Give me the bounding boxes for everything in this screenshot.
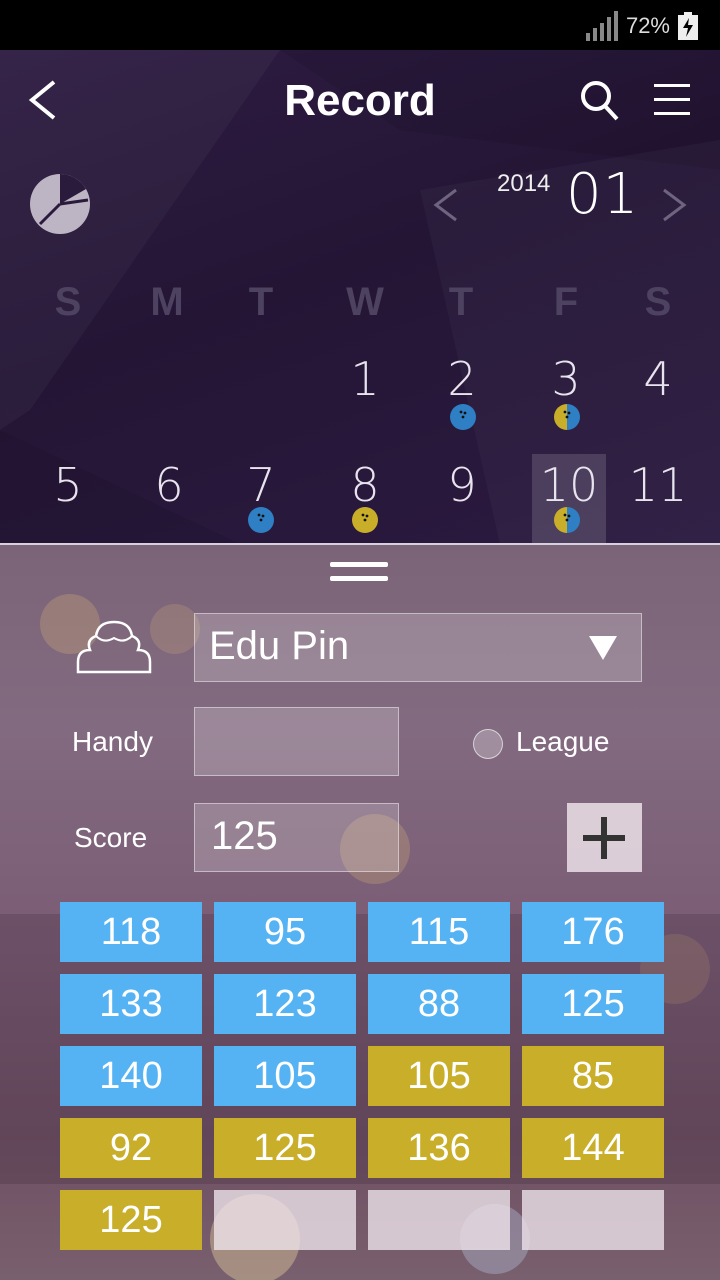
score-cell[interactable]: 92 bbox=[60, 1118, 202, 1178]
calendar-panel: Record 2014 01 S M T W T F S 1 2 3 4 5 6… bbox=[0, 50, 720, 544]
calendar-day[interactable]: 8 bbox=[328, 458, 402, 512]
next-month-icon[interactable] bbox=[660, 188, 688, 222]
calendar-month: 01 bbox=[566, 162, 640, 227]
add-score-button[interactable] bbox=[567, 803, 642, 872]
weekday-thursday: T bbox=[448, 280, 474, 324]
score-cell[interactable]: 125 bbox=[60, 1190, 202, 1250]
calendar-day[interactable]: 3 bbox=[529, 352, 603, 406]
weekday-tuesday: T bbox=[248, 280, 274, 324]
drag-handle[interactable] bbox=[330, 576, 388, 581]
statistics-pie-icon[interactable] bbox=[28, 172, 92, 236]
score-cell[interactable]: 115 bbox=[368, 902, 510, 962]
score-input[interactable]: 125 bbox=[194, 803, 399, 872]
score-cell[interactable]: 118 bbox=[60, 902, 202, 962]
handy-label: Handy bbox=[72, 726, 153, 757]
search-icon[interactable] bbox=[580, 80, 620, 122]
bowler-select[interactable]: Edu Pin bbox=[194, 613, 642, 682]
score-cell[interactable]: 125 bbox=[522, 974, 664, 1034]
calendar-day[interactable]: 1 bbox=[328, 352, 402, 406]
battery-percent: 72% bbox=[625, 13, 670, 38]
status-bar: 72% bbox=[0, 0, 720, 50]
bowling-ball-icon bbox=[450, 404, 476, 430]
calendar-day[interactable]: 2 bbox=[425, 352, 499, 406]
score-cell[interactable]: 133 bbox=[60, 974, 202, 1034]
bowling-ball-icon bbox=[554, 404, 580, 430]
score-cell[interactable]: 105 bbox=[214, 1046, 356, 1106]
score-cell[interactable]: 88 bbox=[368, 974, 510, 1034]
calendar-day[interactable]: 7 bbox=[224, 458, 298, 512]
previous-month-icon[interactable] bbox=[432, 188, 460, 222]
handy-input[interactable] bbox=[194, 707, 399, 776]
calendar-year: 2014 bbox=[497, 170, 551, 197]
score-cell-empty[interactable] bbox=[368, 1190, 510, 1250]
score-cell[interactable]: 136 bbox=[368, 1118, 510, 1178]
dropdown-arrow-icon bbox=[589, 636, 617, 660]
weekday-sunday: S bbox=[54, 280, 82, 324]
background-bokeh bbox=[150, 604, 200, 654]
menu-icon[interactable] bbox=[654, 82, 690, 118]
drag-handle[interactable] bbox=[330, 562, 388, 567]
score-cell-empty[interactable] bbox=[214, 1190, 356, 1250]
bowling-ball-icon bbox=[248, 507, 274, 533]
score-cell[interactable]: 105 bbox=[368, 1046, 510, 1106]
bowling-ball-icon bbox=[554, 507, 580, 533]
weekday-monday: M bbox=[150, 280, 184, 324]
score-input-value: 125 bbox=[211, 814, 278, 858]
battery-charging-icon bbox=[678, 12, 698, 40]
score-cell[interactable]: 144 bbox=[522, 1118, 664, 1178]
bowler-select-value: Edu Pin bbox=[209, 624, 350, 668]
score-cell[interactable]: 125 bbox=[214, 1118, 356, 1178]
calendar-day[interactable]: 11 bbox=[621, 458, 695, 512]
score-cell[interactable]: 176 bbox=[522, 902, 664, 962]
league-radio[interactable] bbox=[473, 729, 503, 759]
weekday-wednesday: W bbox=[346, 280, 384, 324]
score-cell-empty[interactable] bbox=[522, 1190, 664, 1250]
score-cell[interactable]: 140 bbox=[60, 1046, 202, 1106]
calendar-day[interactable]: 9 bbox=[425, 458, 499, 512]
bowling-ball-icon bbox=[352, 507, 378, 533]
record-form: Edu Pin Handy League Score 125 118 95 115 1… bbox=[0, 544, 720, 1280]
user-group-icon[interactable] bbox=[74, 618, 154, 674]
weekday-friday: F bbox=[553, 280, 579, 324]
score-label: Score bbox=[74, 822, 148, 853]
calendar-day[interactable]: 5 bbox=[31, 458, 105, 512]
plus-icon bbox=[583, 817, 625, 859]
score-cell[interactable]: 123 bbox=[214, 974, 356, 1034]
calendar-day[interactable]: 4 bbox=[621, 352, 695, 406]
signal-icon bbox=[585, 11, 618, 41]
weekday-saturday: S bbox=[644, 280, 672, 324]
score-cell[interactable]: 95 bbox=[214, 902, 356, 962]
score-cell[interactable]: 85 bbox=[522, 1046, 664, 1106]
panel-divider bbox=[0, 543, 720, 545]
calendar-day[interactable]: 6 bbox=[132, 458, 206, 512]
calendar-day-selected[interactable]: 10 bbox=[532, 458, 606, 512]
league-label[interactable]: League bbox=[516, 726, 609, 758]
